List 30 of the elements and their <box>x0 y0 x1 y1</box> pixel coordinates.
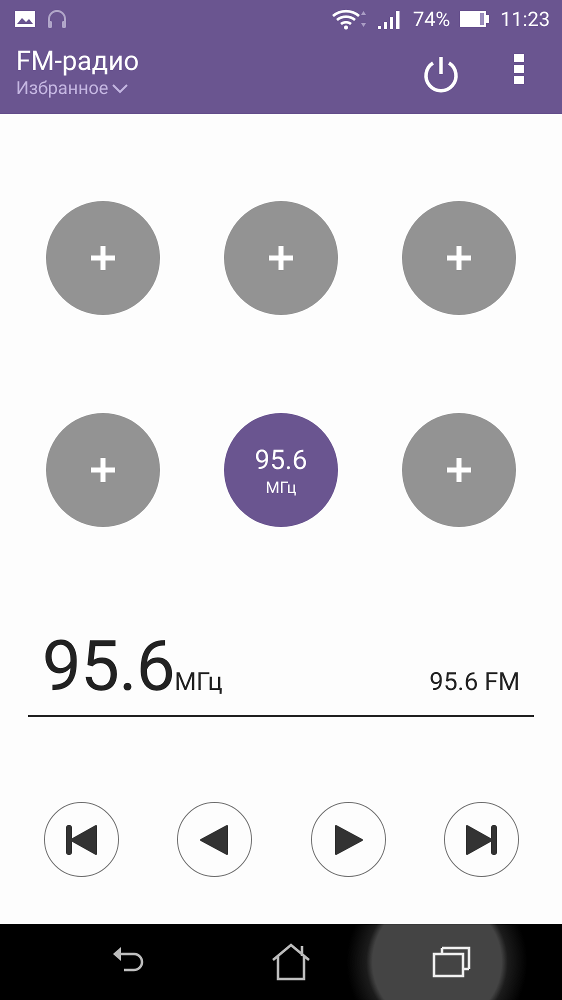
plus-icon <box>445 244 473 272</box>
frequency-display: 95.6 <box>42 627 174 707</box>
menu-dots-icon <box>514 54 524 84</box>
plus-icon <box>445 456 473 484</box>
plus-icon <box>89 244 117 272</box>
wifi-icon <box>331 8 368 30</box>
home-icon <box>270 943 311 981</box>
next-station-button[interactable] <box>444 802 519 877</box>
power-button[interactable] <box>422 54 460 94</box>
recent-apps-icon <box>432 945 472 979</box>
plus-icon <box>267 244 295 272</box>
previous-station-button[interactable] <box>44 802 119 877</box>
image-icon <box>14 10 36 28</box>
battery-icon <box>460 10 490 28</box>
skip-previous-icon <box>64 822 98 856</box>
frequency-unit: МГц <box>174 668 224 697</box>
power-icon <box>422 54 460 94</box>
preset-station-button[interactable]: 95.6 МГц <box>224 413 338 527</box>
favorites-dropdown[interactable]: Избранное <box>16 78 128 99</box>
seek-back-button[interactable] <box>177 802 252 877</box>
more-menu-button[interactable] <box>514 54 524 84</box>
skip-next-icon <box>464 822 498 856</box>
seek-forward-button[interactable] <box>310 802 386 877</box>
clock-time: 11:23 <box>500 7 550 31</box>
app-title: FM-радио <box>16 44 140 78</box>
chevron-down-icon <box>112 84 128 94</box>
station-name: 95.6 FM <box>429 668 520 697</box>
battery-percent: 74% <box>413 7 450 31</box>
plus-icon <box>89 456 117 484</box>
headphones-icon <box>46 8 68 30</box>
